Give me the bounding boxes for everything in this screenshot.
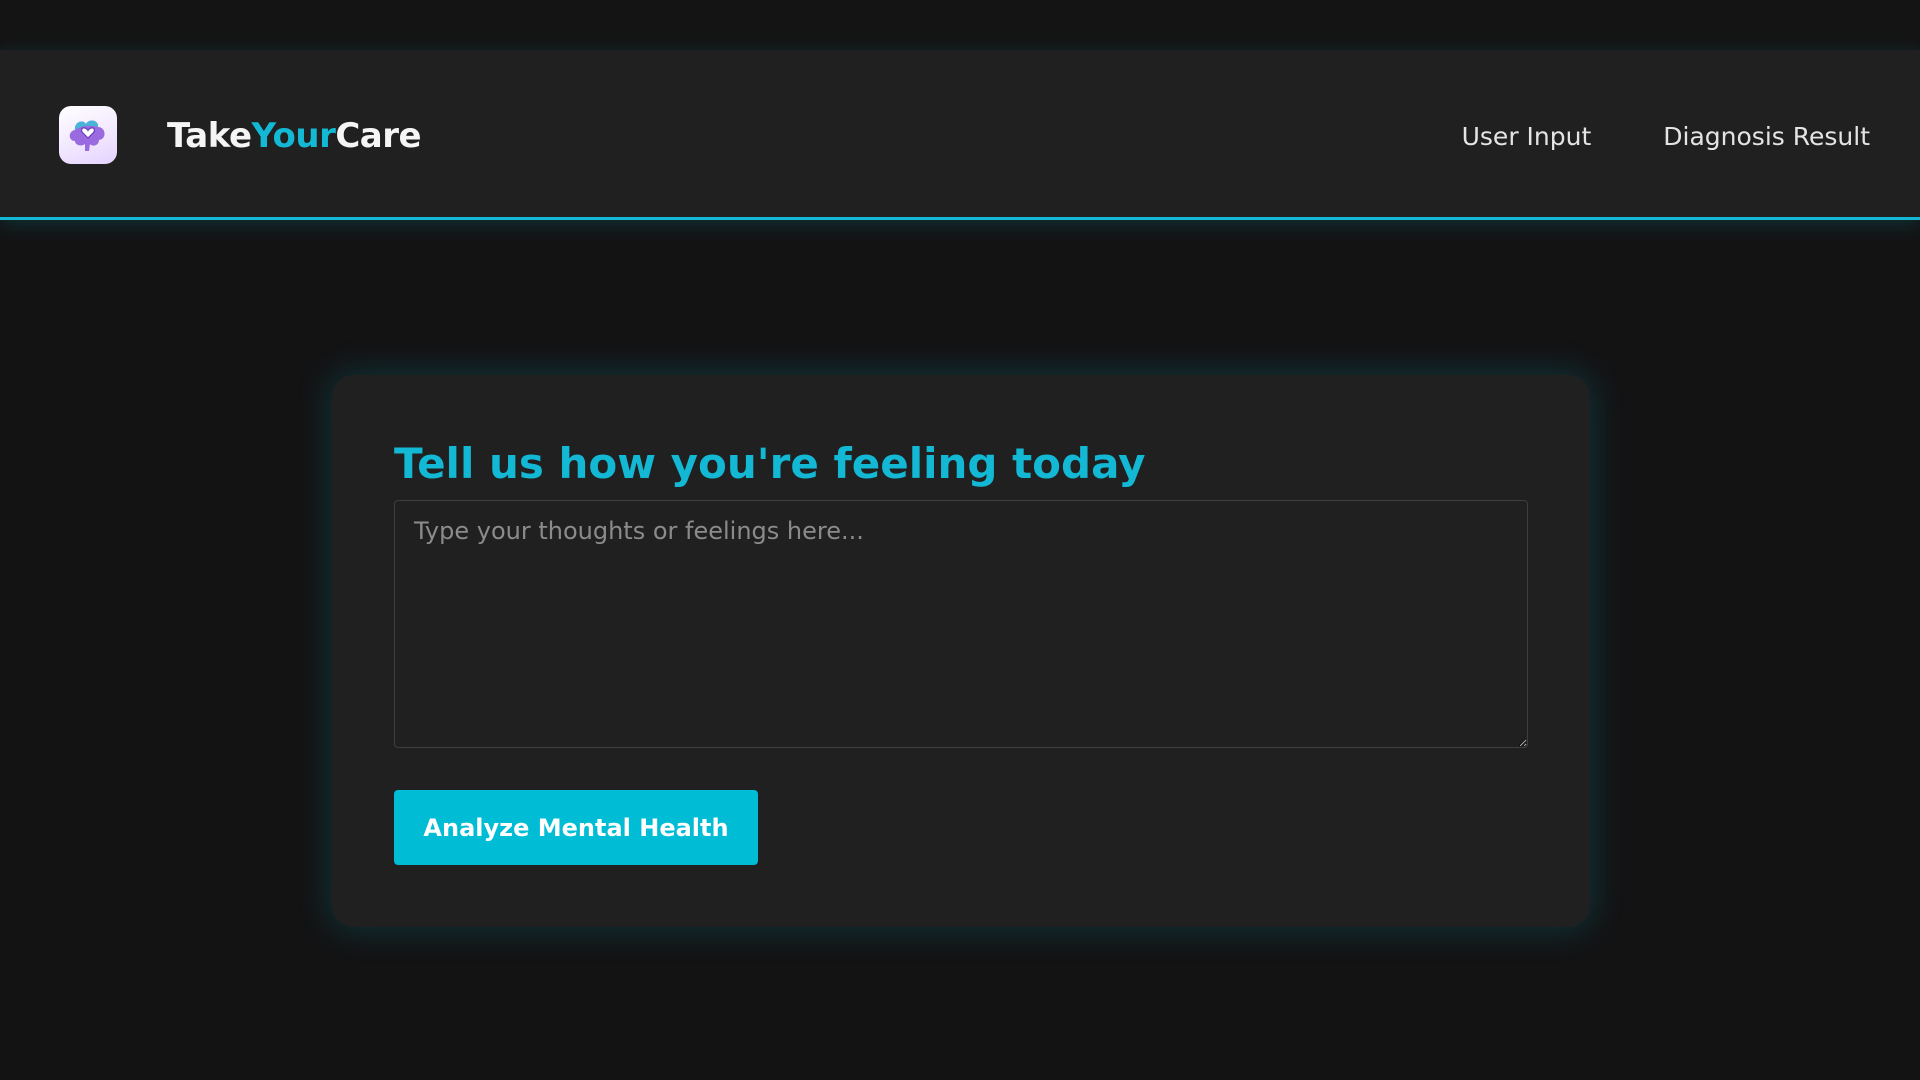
brain-heart-icon [69, 120, 105, 151]
nav-diagnosis-result[interactable]: Diagnosis Result [1663, 122, 1870, 151]
navbar: TakeYourCare User Input Diagnosis Result [0, 50, 1920, 220]
input-card: Tell us how you're feeling today Analyze… [332, 375, 1590, 927]
brand-your: Your [251, 116, 336, 156]
nav-user-input[interactable]: User Input [1462, 122, 1592, 151]
brand-name[interactable]: TakeYourCare [167, 110, 422, 162]
logo[interactable] [59, 106, 117, 164]
nav-links: User Input Diagnosis Result [1462, 115, 1870, 157]
brand-take: Take [167, 116, 252, 156]
analyze-button[interactable]: Analyze Mental Health [394, 790, 758, 865]
brand-care: Care [335, 116, 422, 156]
top-strip [0, 0, 1920, 50]
feelings-input[interactable] [394, 500, 1528, 748]
page-title: Tell us how you're feeling today [394, 439, 1146, 488]
